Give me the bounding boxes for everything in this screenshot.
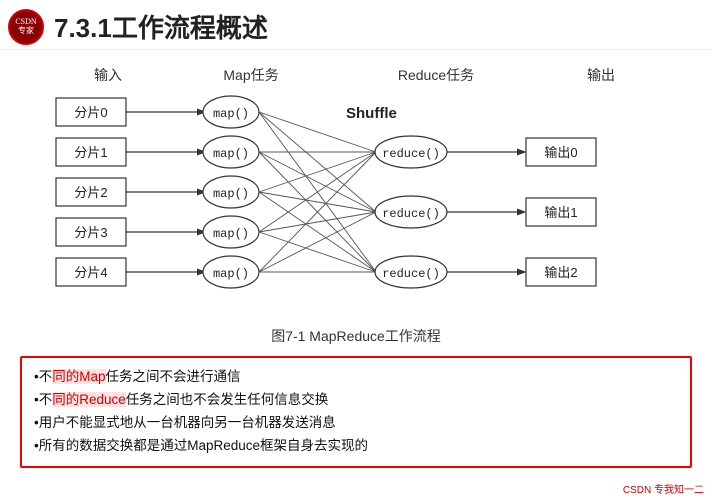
shuffle-0-1	[259, 112, 376, 212]
col-input-label: 输入	[94, 67, 122, 83]
logo: CSDN专家	[8, 9, 44, 45]
shuffle-3-1	[259, 212, 376, 232]
shuffle-2-2	[259, 192, 376, 272]
bullet-item-0: •不同的Map任务之间不会进行通信	[34, 366, 678, 389]
diagram-svg-wrapper: 输入 Map任务 Reduce任务 输出 Shuffle 分片0 分片1 分片2…	[20, 60, 692, 320]
reduce-label-2: reduce()	[382, 267, 440, 281]
reduce-label-0: reduce()	[382, 147, 440, 161]
shuffle-4-1	[259, 212, 376, 272]
shuffle-1-1	[259, 152, 376, 212]
watermark: CSDN 专我知一二	[623, 481, 704, 496]
map-label-0: map()	[213, 107, 249, 121]
col-reduce-label: Reduce任务	[398, 67, 474, 83]
diagram-caption: 图7-1 MapReduce工作流程	[20, 326, 692, 346]
output-label-1: 输出1	[544, 205, 577, 220]
input-label-3: 分片3	[74, 225, 107, 240]
map-label-4: map()	[213, 267, 249, 281]
mapreduce-diagram: 输入 Map任务 Reduce任务 输出 Shuffle 分片0 分片1 分片2…	[36, 60, 676, 320]
output-label-0: 输出0	[544, 145, 577, 160]
shuffle-label: Shuffle	[346, 105, 397, 122]
input-label-1: 分片1	[74, 145, 107, 160]
col-map-label: Map任务	[223, 67, 278, 83]
shuffle-2-1	[259, 192, 376, 212]
shuffle-3-0	[259, 152, 376, 232]
shuffle-3-2	[259, 232, 376, 272]
page-title: 7.3.1工作流程概述	[54, 8, 268, 45]
map-label-2: map()	[213, 187, 249, 201]
bullet-item-3: •所有的数据交换都是通过MapReduce框架自身去实现的	[34, 435, 678, 458]
reduce-label-1: reduce()	[382, 207, 440, 221]
header: CSDN专家 7.3.1工作流程概述	[0, 0, 712, 50]
shuffle-2-0	[259, 152, 376, 192]
output-label-2: 输出2	[544, 265, 577, 280]
input-label-0: 分片0	[74, 105, 107, 120]
col-output-label: 输出	[587, 67, 615, 83]
input-label-2: 分片2	[74, 185, 107, 200]
bullet-item-1: •不同的Reduce任务之间也不会发生任何信息交换	[34, 389, 678, 412]
main-content: 输入 Map任务 Reduce任务 输出 Shuffle 分片0 分片1 分片2…	[0, 50, 712, 468]
logo-text: CSDN专家	[15, 18, 36, 36]
diagram-container: 输入 Map任务 Reduce任务 输出 Shuffle 分片0 分片1 分片2…	[20, 60, 692, 346]
input-label-4: 分片4	[74, 265, 107, 280]
map-label-1: map()	[213, 147, 249, 161]
map-label-3: map()	[213, 227, 249, 241]
bullet-item-2: •用户不能显式地从一台机器向另一台机器发送消息	[34, 412, 678, 435]
bullets-box: •不同的Map任务之间不会进行通信 •不同的Reduce任务之间也不会发生任何信…	[20, 356, 692, 468]
